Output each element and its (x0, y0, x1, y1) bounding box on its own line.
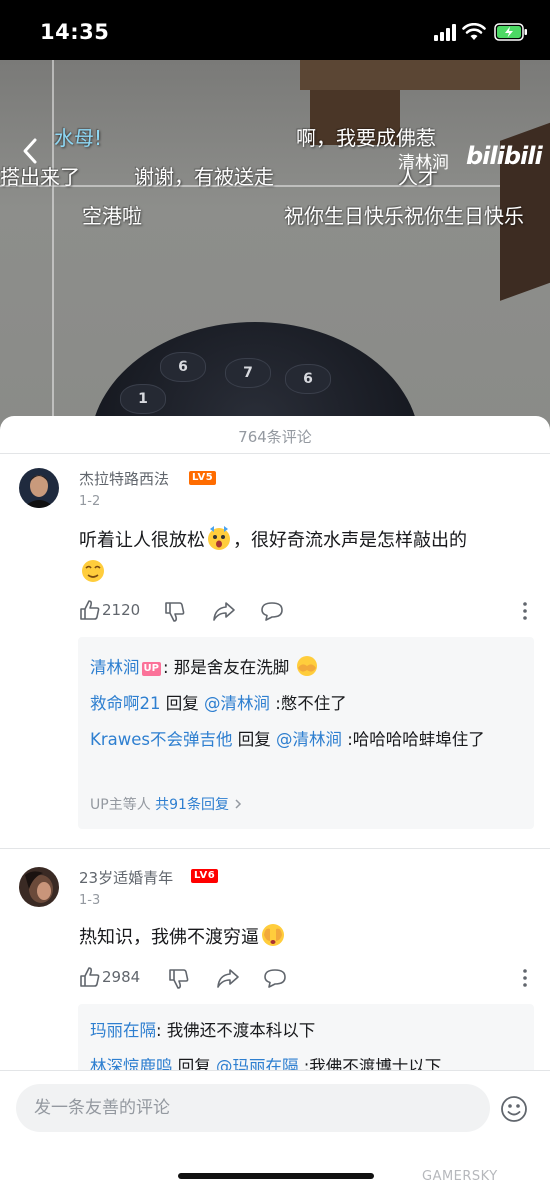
reply-bubble-icon[interactable] (263, 967, 287, 989)
facepalm-emoji-icon (262, 924, 284, 946)
reply-line: Krawes不会弹吉他 回复 @清林涧 :哈哈哈哈蚌埠住了 (90, 725, 524, 755)
status-bar: 14:35 (0, 0, 550, 62)
cellular-signal-icon (434, 24, 456, 41)
comment-floor: 1-2 (79, 494, 101, 509)
reply-author[interactable]: 玛丽在隔 (90, 1021, 156, 1040)
reply-text: :憋不住了 (270, 694, 347, 713)
reply-line: 救命啊21 回复 @清林涧 :憋不住了 (90, 689, 524, 719)
reply-author[interactable]: Krawes不会弹吉他 (90, 730, 232, 749)
more-replies-link[interactable]: UP主等人 共91条回复 (90, 794, 243, 814)
reply-author[interactable]: 清林涧 (90, 658, 140, 677)
reply-box[interactable]: 清林涧 UP: 那是舍友在洗脚 救命啊21 回复 @清林涧 :憋不住了 Krawe… (78, 637, 534, 829)
stunned-emoji-icon (208, 526, 230, 550)
status-time: 14:35 (40, 20, 110, 44)
gamersky-watermark: GAMERSKY (422, 1169, 498, 1184)
drum-tongue: 1 (120, 384, 166, 414)
share-icon[interactable] (216, 967, 240, 989)
emoji-picker-icon[interactable] (500, 1095, 528, 1123)
wooden-shelf (300, 60, 520, 90)
reply-line: 玛丽在隔: 我佛还不渡本科以下 (90, 1016, 524, 1046)
comment-text-part: 听着让人很放松 (79, 530, 205, 551)
danmaku-item: 水母! (54, 126, 103, 150)
comment-text: 热知识，我佛不渡穷逼 (79, 921, 531, 954)
comment-count-title: 764条评论 (238, 428, 312, 446)
reply-line: 清林涧 UP: 那是舍友在洗脚 (90, 653, 524, 683)
more-replies-prefix: UP主等人 (90, 797, 156, 813)
wifi-icon (462, 23, 486, 40)
reply-text: : 我佛还不渡本科以下 (156, 1021, 316, 1040)
comment-floor: 1-3 (79, 893, 101, 908)
comment-input[interactable]: 发一条友善的评论 (16, 1084, 490, 1132)
comment-username[interactable]: 23岁适婚青年 (79, 867, 173, 888)
reply-text: :哈哈哈哈蚌埠住了 (341, 730, 485, 749)
reply-word: 回复 (232, 730, 276, 749)
reply-mention[interactable]: @清林涧 (276, 730, 342, 749)
level-badge: LV6 (191, 869, 219, 883)
chevron-right-icon (235, 799, 242, 809)
like-count: 2120 (102, 601, 141, 619)
drum-tongue: 7 (225, 358, 271, 388)
danmaku-item: 祝你生日快乐祝你生日快乐 (284, 204, 524, 228)
danmaku-item: 空港啦 (82, 204, 142, 228)
wall-line (0, 185, 550, 187)
danmaku-item: 人才 (398, 165, 438, 189)
wall-line (52, 60, 54, 430)
bilibili-logo: bilibili (466, 142, 543, 170)
dislike-icon[interactable] (164, 601, 186, 623)
avatar[interactable] (19, 468, 59, 508)
drum-tongue: 6 (160, 352, 206, 382)
reply-word: 回复 (160, 694, 204, 713)
more-replies-count[interactable]: 共91条回复 (155, 797, 229, 813)
level-badge: LV5 (189, 471, 217, 485)
reply-bubble-icon[interactable] (260, 600, 284, 622)
danmaku-item: 搭出来了 (0, 165, 80, 189)
up-badge: UP (141, 662, 161, 676)
danmaku-item: 啊，我要成佛惹 (296, 126, 436, 150)
share-icon[interactable] (212, 600, 236, 622)
comment-input-bar: 发一条友善的评论 GAMERSKY (0, 1070, 550, 1190)
reply-author[interactable]: 救命啊21 (90, 694, 161, 713)
comment-text: 听着让人很放松 ，很好奇流水声是怎样敲出的 (79, 524, 531, 590)
like-icon[interactable] (79, 966, 101, 988)
more-options-icon[interactable] (522, 968, 528, 988)
video-player[interactable]: 1 6 7 6 清林涧 bilibili 水母! 啊，我要成佛惹 搭出来了 谢谢… (0, 60, 550, 430)
tongue-drum: 1 6 7 6 (90, 322, 420, 430)
comment-text-part: ，很好奇流水声是怎样敲出的 (233, 530, 467, 551)
battery-charging-icon (494, 23, 527, 41)
comment-separator (0, 848, 550, 849)
more-options-icon[interactable] (522, 601, 528, 621)
divider (0, 453, 550, 454)
like-count: 2984 (102, 968, 141, 986)
reply-mention[interactable]: @清林涧 (204, 694, 270, 713)
drum-tongue: 6 (285, 364, 331, 394)
dislike-icon[interactable] (168, 968, 190, 990)
comment-username[interactable]: 杰拉特路西法 (79, 468, 169, 489)
comment-text-part: 热知识，我佛不渡穷逼 (79, 927, 259, 948)
like-icon[interactable] (79, 599, 101, 621)
dizzy-emoji-icon (82, 560, 104, 582)
danmaku-item: 谢谢，有被送走 (134, 165, 274, 189)
covering-face-emoji-icon (296, 656, 317, 676)
reply-text: : 那是舍友在洗脚 (162, 658, 290, 677)
home-indicator[interactable] (178, 1173, 374, 1179)
avatar[interactable] (19, 867, 59, 907)
